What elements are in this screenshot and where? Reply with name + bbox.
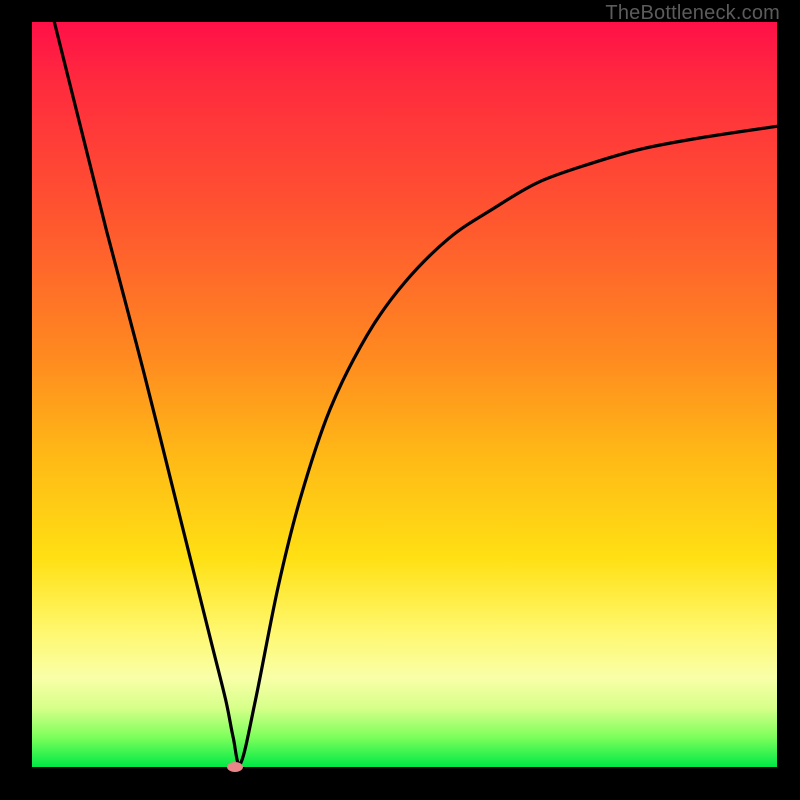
minimum-marker xyxy=(227,762,243,772)
curve-layer xyxy=(32,22,777,767)
bottleneck-curve xyxy=(54,22,777,764)
plot-area xyxy=(32,22,777,767)
chart-frame: TheBottleneck.com xyxy=(0,0,800,800)
